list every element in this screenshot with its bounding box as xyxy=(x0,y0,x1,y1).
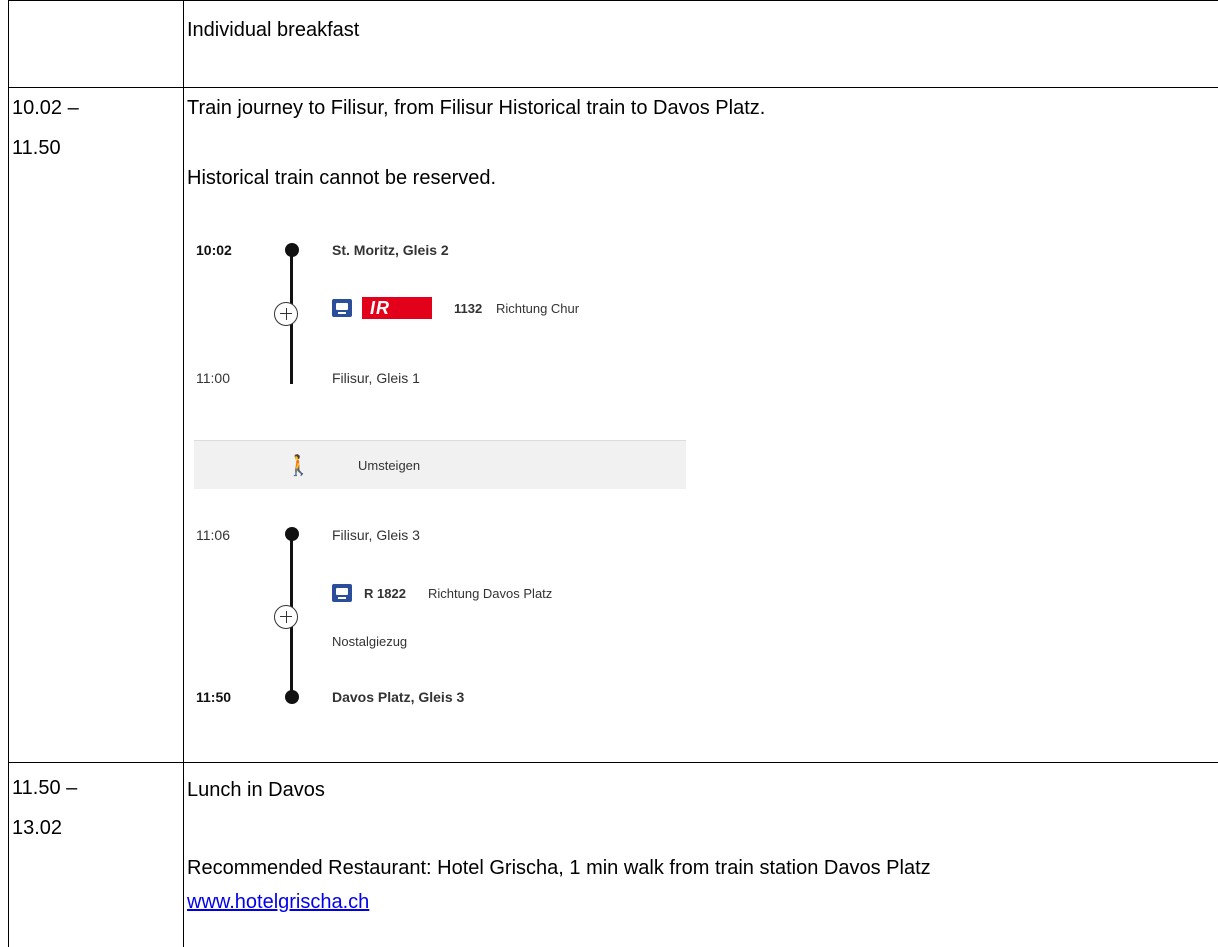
leg1-direction: Richtung Chur xyxy=(496,301,580,316)
row3-time-start: 11.50 – xyxy=(12,777,78,799)
row1-activity: Individual breakfast xyxy=(187,19,360,41)
train-timetable: 10:02 St. Moritz, Gleis 2 IR 1132 Richtu… xyxy=(186,232,686,712)
row-border-2 xyxy=(9,762,1218,763)
leg2-arr-time: 11:50 xyxy=(196,689,232,705)
row-border-top xyxy=(9,0,1218,1)
expand-plus-icon[interactable] xyxy=(274,605,298,629)
leg2-dep-dot xyxy=(284,527,299,541)
row3-activity: Lunch in Davos xyxy=(187,779,325,801)
train-icon xyxy=(332,299,352,317)
ir-badge: IR xyxy=(362,297,432,319)
leg1-dep-dot xyxy=(284,243,299,257)
row2-time-start: 10.02 – xyxy=(12,97,79,119)
row2-time-end: 11.50 xyxy=(12,137,61,159)
leg1-dep-stop: St. Moritz, Gleis 2 xyxy=(332,242,449,258)
leg2-train-number: R 1822 xyxy=(364,586,406,601)
leg2-note: Nostalgiezug xyxy=(332,634,408,649)
transfer-label: Umsteigen xyxy=(358,458,421,473)
leg1-arr-stop: Filisur, Gleis 1 xyxy=(332,370,420,386)
leg1-dep-time: 10:02 xyxy=(196,242,232,258)
leg2-dep-stop: Filisur, Gleis 3 xyxy=(332,527,420,543)
leg2-dep-time: 11:06 xyxy=(196,527,230,543)
column-divider xyxy=(183,0,184,947)
transfer-bar xyxy=(194,440,686,489)
row2-activity: Train journey to Filisur, from Filisur H… xyxy=(187,97,766,119)
row-border-1 xyxy=(9,87,1218,88)
leg2-arr-stop: Davos Platz, Gleis 3 xyxy=(332,689,465,705)
row3-time-end: 13.02 xyxy=(12,817,63,839)
leg1-arr-time: 11:00 xyxy=(196,370,230,386)
hotel-link[interactable]: www.hotelgrischa.ch xyxy=(187,890,369,914)
leg1-train-number: 1132 xyxy=(454,301,483,316)
row3-recommendation: Recommended Restaurant: Hotel Grischa, 1… xyxy=(187,857,931,879)
leg2-direction: Richtung Davos Platz xyxy=(428,586,553,601)
row2-note: Historical train cannot be reserved. xyxy=(187,167,497,189)
leg2-arr-dot xyxy=(284,690,299,704)
train-icon xyxy=(332,584,352,602)
walk-icon: 🚶 xyxy=(286,455,311,477)
expand-plus-icon[interactable] xyxy=(274,302,298,326)
